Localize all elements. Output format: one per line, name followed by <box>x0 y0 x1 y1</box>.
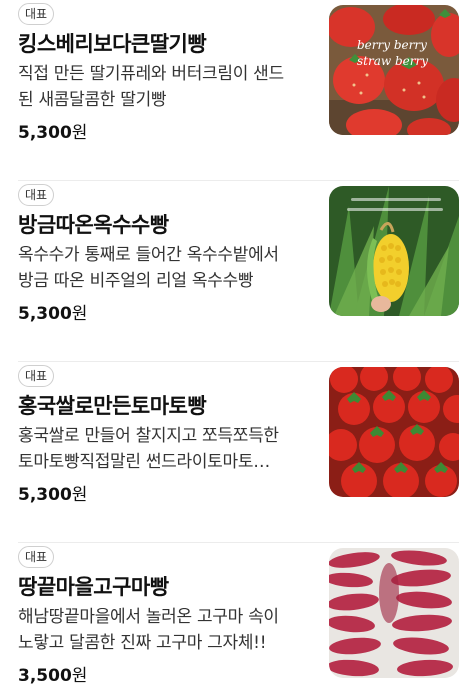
menu-list: 대표 킹스베리보다큰딸기빵 직접 만든 딸기퓨레와 버터크림이 샌드 된 새콤달… <box>0 0 473 700</box>
menu-item-corn-bread[interactable]: 대표 방금따온옥수수빵 옥수수가 통째로 들어간 옥수수밭에서 방금 따온 비주… <box>18 181 459 362</box>
corn-bread-photo[interactable] <box>329 186 459 316</box>
image-caption-1: berry berry <box>357 38 427 52</box>
menu-item-title[interactable]: 땅끝마을고구마빵 <box>18 571 169 601</box>
strawberry-bread-photo[interactable]: berry berry straw berry <box>329 5 459 135</box>
menu-item-description: 옥수수가 통째로 들어간 옥수수밭에서 방금 따온 비주얼의 리얼 옥수수빵 <box>18 245 279 291</box>
menu-item-description: 홍국쌀로 만들어 찰지지고 쪼득쪼득한 토마토빵직접말린 썬드라이토마토… <box>18 426 279 472</box>
representative-badge: 대표 <box>18 184 55 206</box>
tomato-bread-photo[interactable] <box>329 367 459 497</box>
menu-item-title[interactable]: 홍국쌀로만든토마토빵 <box>18 390 207 420</box>
menu-item-strawberry-bread[interactable]: 대표 킹스베리보다큰딸기빵 직접 만든 딸기퓨레와 버터크림이 샌드 된 새콤달… <box>18 0 459 181</box>
representative-badge: 대표 <box>18 546 55 568</box>
menu-item-price: 3,500원 <box>18 666 88 686</box>
representative-badge: 대표 <box>18 365 55 387</box>
menu-item-sweet-potato-bread[interactable]: 대표 땅끝마을고구마빵 해남땅끝마을에서 놀러온 고구마 속이 노랗고 달콤한 … <box>18 543 459 700</box>
image-caption-2: straw berry <box>357 54 428 68</box>
menu-item-price: 5,300원 <box>18 485 88 505</box>
menu-item-description: 해남땅끝마을에서 놀러온 고구마 속이 노랗고 달콤한 진짜 고구마 그자체!! <box>18 607 279 653</box>
menu-item-title[interactable]: 킹스베리보다큰딸기빵 <box>18 28 207 58</box>
menu-item-tomato-bread[interactable]: 대표 홍국쌀로만든토마토빵 홍국쌀로 만들어 찰지지고 쪼득쪼득한 토마토빵직접… <box>18 362 459 543</box>
menu-item-description: 직접 만든 딸기퓨레와 버터크림이 샌드 된 새콤달콤한 딸기빵 <box>18 64 284 110</box>
sweet-potato-bread-photo[interactable] <box>329 548 459 678</box>
menu-item-title[interactable]: 방금따온옥수수빵 <box>18 209 169 239</box>
menu-item-price: 5,300원 <box>18 304 88 324</box>
representative-badge: 대표 <box>18 3 55 25</box>
menu-item-price: 5,300원 <box>18 123 88 143</box>
